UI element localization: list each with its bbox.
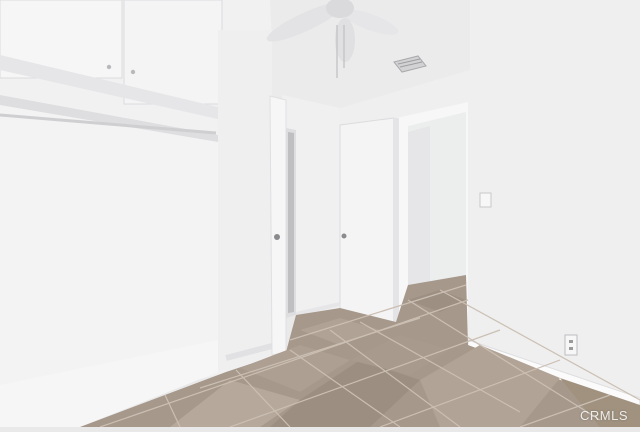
door-knob-icon [274,234,280,240]
cabinet-knob-icon [106,64,112,70]
watermark-logo: CRMLS [579,408,628,423]
wall-outlet-icon [564,334,578,356]
room-photo: CRMLS [0,0,640,428]
door-knob-icon [341,233,347,239]
adjacent-room-side-wall [408,126,430,286]
room-illustration [0,0,640,428]
closet-side-wall [218,30,272,370]
open-door-left [269,95,287,356]
light-switch-icon [479,192,492,208]
cabinet-knob-icon [130,69,136,75]
closet-interior [0,95,218,385]
open-door-center [339,117,395,324]
hall-doorway [288,132,294,313]
